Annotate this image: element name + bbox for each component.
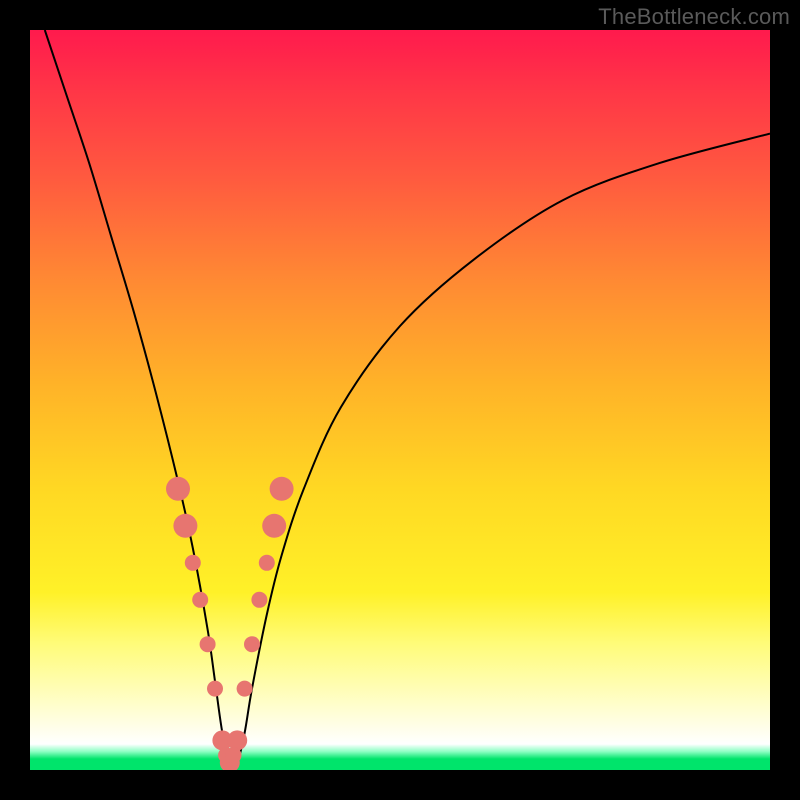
marker-dot xyxy=(192,592,208,608)
marker-dot xyxy=(227,730,247,750)
marker-dot xyxy=(251,592,267,608)
marker-dot xyxy=(166,477,190,501)
watermark-text: TheBottleneck.com xyxy=(598,4,790,30)
marker-dot xyxy=(185,555,201,571)
marker-dot xyxy=(237,681,253,697)
chart-svg xyxy=(30,30,770,770)
marker-dot xyxy=(262,514,286,538)
marker-dot xyxy=(173,514,197,538)
marker-dot xyxy=(207,681,223,697)
marker-dot xyxy=(259,555,275,571)
marker-dot xyxy=(244,636,260,652)
chart-frame xyxy=(30,30,770,770)
marker-group xyxy=(166,477,294,770)
marker-dot xyxy=(200,636,216,652)
marker-dot xyxy=(226,747,242,763)
marker-dot xyxy=(270,477,294,501)
bottleneck-curve xyxy=(45,30,770,766)
